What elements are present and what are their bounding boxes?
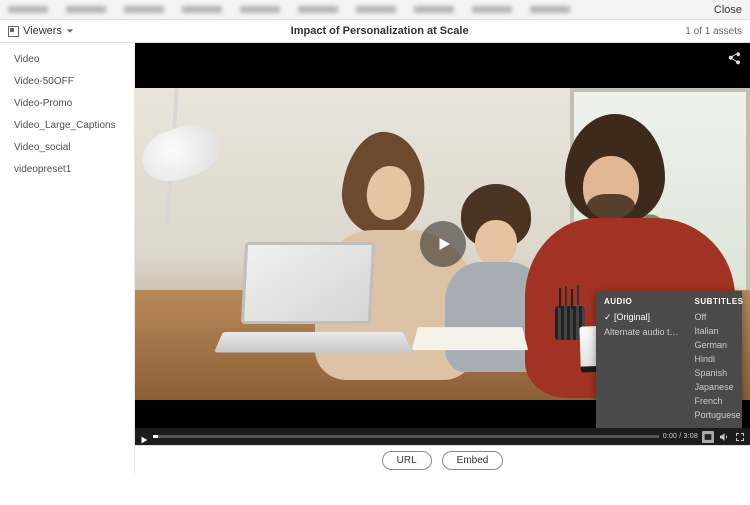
subtitle-option[interactable]: Off <box>695 310 744 324</box>
asset-count: 1 of 1 assets <box>685 26 742 37</box>
embed-button[interactable]: Embed <box>442 451 504 470</box>
preset-item[interactable]: videopreset1 <box>0 159 134 181</box>
play-button[interactable] <box>139 432 149 442</box>
subtitle-option[interactable]: French <box>695 394 744 408</box>
time-display: 0:00 / 3:08 <box>663 433 698 440</box>
subtitle-option[interactable]: Italian <box>695 324 744 338</box>
subs-header: SUBTITLES <box>695 297 744 306</box>
topbar-blurred-tools <box>8 6 714 13</box>
preset-item[interactable]: Video_Large_Captions <box>0 115 134 137</box>
asset-title: Impact of Personalization at Scale <box>74 25 685 37</box>
preset-item[interactable]: Video-Promo <box>0 93 134 115</box>
preset-item[interactable]: Video_social <box>0 137 134 159</box>
subtitle-option[interactable]: Hindi <box>695 352 744 366</box>
audio-option[interactable]: Alternate audio t… <box>604 325 679 339</box>
video-viewer: AUDIO [Original] Alternate audio t… SUBT… <box>135 43 750 475</box>
subtitle-option[interactable]: Portuguese <box>695 408 744 422</box>
detail-subbar: Viewers Impact of Personalization at Sca… <box>0 20 750 43</box>
video-controls: 0:00 / 3:08 <box>135 428 750 445</box>
play-icon <box>435 235 453 253</box>
subtitle-option[interactable]: German <box>695 338 744 352</box>
app-topbar: Close <box>0 0 750 20</box>
seek-track[interactable] <box>153 435 659 438</box>
chevron-down-icon <box>66 27 74 35</box>
captions-icon[interactable] <box>702 431 714 443</box>
captions-popup: AUDIO [Original] Alternate audio t… SUBT… <box>596 291 742 428</box>
viewer-footer: URL Embed <box>135 445 750 475</box>
preset-item[interactable]: Video <box>0 49 134 71</box>
volume-icon[interactable] <box>718 431 730 443</box>
video-stage: AUDIO [Original] Alternate audio t… SUBT… <box>135 43 750 445</box>
subtitle-option[interactable]: Spanish <box>695 366 744 380</box>
subtitle-option[interactable]: Japanese <box>695 380 744 394</box>
close-button[interactable]: Close <box>714 4 742 16</box>
preset-item[interactable]: Video-50OFF <box>0 71 134 93</box>
play-overlay-button[interactable] <box>420 221 466 267</box>
fullscreen-icon[interactable] <box>734 431 746 443</box>
viewers-dropdown[interactable]: Viewers <box>8 25 74 37</box>
viewers-label: Viewers <box>23 25 62 37</box>
viewers-icon <box>8 26 19 37</box>
audio-option[interactable]: [Original] <box>604 310 679 325</box>
preset-sidebar: Video Video-50OFF Video-Promo Video_Larg… <box>0 43 135 475</box>
share-icon[interactable] <box>726 51 742 67</box>
play-icon <box>139 435 149 445</box>
audio-header: AUDIO <box>604 297 679 306</box>
url-button[interactable]: URL <box>382 451 432 470</box>
